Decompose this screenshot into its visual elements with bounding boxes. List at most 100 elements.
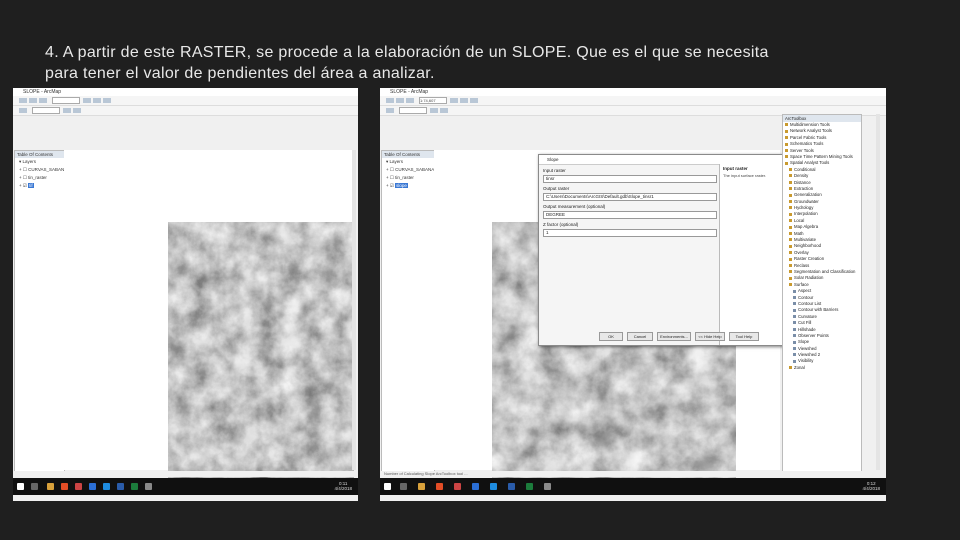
toolbox-item-label: Curvature <box>798 313 817 319</box>
new-icon[interactable] <box>19 98 27 104</box>
caption-line-2: para tener el valor de pendientes del ár… <box>45 65 435 82</box>
zoom-in-icon[interactable] <box>450 98 458 104</box>
search-icon[interactable] <box>31 483 38 490</box>
taskbar-app-icon[interactable] <box>131 483 138 490</box>
zoom-out-icon[interactable] <box>93 98 101 104</box>
tool-icon <box>793 347 796 351</box>
output-measurement-select[interactable]: DEGREE <box>543 211 717 219</box>
right-clock[interactable]: 0:12 4/4/2018 <box>862 481 880 491</box>
z-factor-field[interactable]: 1 <box>543 229 717 237</box>
left-table-of-contents: Table Of Contents ▾ Layers + ☐ CURVAS_SA… <box>14 150 67 472</box>
help-body: The input surface raster. <box>723 173 767 178</box>
editor-icon[interactable] <box>386 108 394 114</box>
pan-icon[interactable] <box>470 98 478 104</box>
arctoolbox-panel: ArcToolbox Multidimension Tools Network A… <box>782 114 862 472</box>
italic-icon[interactable] <box>440 108 448 114</box>
toolbox-item-label: Segmentation and Classification <box>794 268 856 274</box>
bold-icon[interactable] <box>63 108 71 114</box>
toolbox-item-label: Multidimension Tools <box>790 122 830 127</box>
toolbox-icon <box>789 251 792 255</box>
cancel-button[interactable]: Cancel <box>627 332 653 341</box>
taskbar-app-icon[interactable] <box>47 483 54 490</box>
zoom-in-icon[interactable] <box>83 98 91 104</box>
bold-icon[interactable] <box>430 108 438 114</box>
open-icon[interactable] <box>29 98 37 104</box>
input-raster-field[interactable]: tinsr <box>543 175 717 183</box>
toolbox-item-label: Raster Creation <box>794 256 825 262</box>
editor-icon[interactable] <box>19 108 27 114</box>
taskbar-app-icon[interactable] <box>508 483 515 490</box>
toolbox-item-label: Neighborhood <box>794 243 821 249</box>
right-layer-item[interactable]: + ☑ slope <box>382 182 434 190</box>
hide-help-button[interactable]: << Hide Help <box>695 332 725 341</box>
tool-help-button[interactable]: Tool Help <box>729 332 759 341</box>
left-layers-group[interactable]: ▾ Layers <box>15 158 64 166</box>
save-icon[interactable] <box>39 98 47 104</box>
toolbox-icon <box>789 212 792 216</box>
tool-icon <box>793 359 796 363</box>
taskbar-app-icon[interactable] <box>145 483 152 490</box>
search-icon[interactable] <box>400 483 407 490</box>
ok-button[interactable]: OK <box>599 332 623 341</box>
z-factor-label: Z factor (optional) <box>543 222 579 227</box>
tool-icon <box>793 295 796 299</box>
toolbox-icon <box>789 168 792 172</box>
toolbox-item-label: Schematics Tools <box>790 141 824 147</box>
toolbox-icon <box>789 193 792 197</box>
toolbox-icon <box>789 187 792 191</box>
right-vertical-scrollbar[interactable] <box>876 114 880 470</box>
pan-icon[interactable] <box>103 98 111 104</box>
left-font-select[interactable] <box>32 107 60 115</box>
right-layers-group[interactable]: ▾ Layers <box>382 158 434 166</box>
output-raster-field[interactable]: C:\Users\Documents\ArcGIS\Default.gdb\Sl… <box>543 193 717 201</box>
toolbox-item-label: Density <box>794 173 809 179</box>
taskbar-app-icon[interactable] <box>454 483 461 490</box>
taskbar-app-icon[interactable] <box>436 483 443 490</box>
environments-button[interactable]: Environments... <box>657 332 691 341</box>
left-layer-item[interactable]: + ☐ tin_raster <box>15 174 64 182</box>
taskbar-app-icon[interactable] <box>418 483 425 490</box>
left-layer-item[interactable]: + ☑ tif <box>15 182 64 190</box>
toolbox-icon <box>785 148 788 152</box>
taskbar-app-icon[interactable] <box>117 483 124 490</box>
italic-icon[interactable] <box>73 108 81 114</box>
left-vertical-scrollbar[interactable] <box>352 150 356 470</box>
taskbar-app-icon[interactable] <box>490 483 497 490</box>
input-raster-label: Input raster <box>543 168 566 173</box>
right-layer-item[interactable]: + ☐ CURVAS_SABANA <box>382 166 434 174</box>
toolbox-item-label: Viewshed <box>798 345 817 351</box>
open-icon[interactable] <box>396 98 404 104</box>
save-icon[interactable] <box>406 98 414 104</box>
new-icon[interactable] <box>386 98 394 104</box>
toolbox-item-label: Surface <box>794 281 809 287</box>
right-font-select[interactable] <box>399 107 427 115</box>
zoom-out-icon[interactable] <box>460 98 468 104</box>
right-layer-item[interactable]: + ☐ tin_raster <box>382 174 434 182</box>
windows-start-icon[interactable] <box>17 483 24 490</box>
slide-caption: 4. A partir de este RASTER, se procede a… <box>45 42 925 84</box>
left-scale-input[interactable] <box>52 97 80 105</box>
taskbar-app-icon[interactable] <box>75 483 82 490</box>
left-clock[interactable]: 0:11 4/4/2018 <box>334 481 352 491</box>
right-scale-input[interactable]: 1:74,607 <box>419 97 447 105</box>
toolbox-icon <box>789 244 792 248</box>
taskbar-app-icon[interactable] <box>472 483 479 490</box>
taskbar-app-icon[interactable] <box>89 483 96 490</box>
output-measurement-label: Output measurement (optional) <box>543 204 606 209</box>
toolbox-item-label: Groundwater <box>794 198 819 204</box>
windows-start-icon[interactable] <box>384 483 391 490</box>
taskbar-app-icon[interactable] <box>526 483 533 490</box>
toolbox-item-label: Zonal <box>794 364 805 370</box>
taskbar-app-icon[interactable] <box>544 483 551 490</box>
left-map-view[interactable] <box>64 150 354 484</box>
toolbox-folder-item[interactable]: Zonal <box>783 365 861 371</box>
toolbox-item-label: Conditional <box>794 166 816 172</box>
taskbar-app-icon[interactable] <box>103 483 110 490</box>
taskbar-app-icon[interactable] <box>61 483 68 490</box>
toolbox-item-label: Hydrology <box>794 205 814 211</box>
toolbox-item-label: Aspect <box>798 288 812 294</box>
toolbox-item-label: Reclass <box>794 262 810 268</box>
left-layer-item[interactable]: + ☐ CURVAS_SABANA <box>15 166 67 174</box>
toolbox-icon <box>785 161 788 165</box>
tool-icon <box>793 353 796 357</box>
